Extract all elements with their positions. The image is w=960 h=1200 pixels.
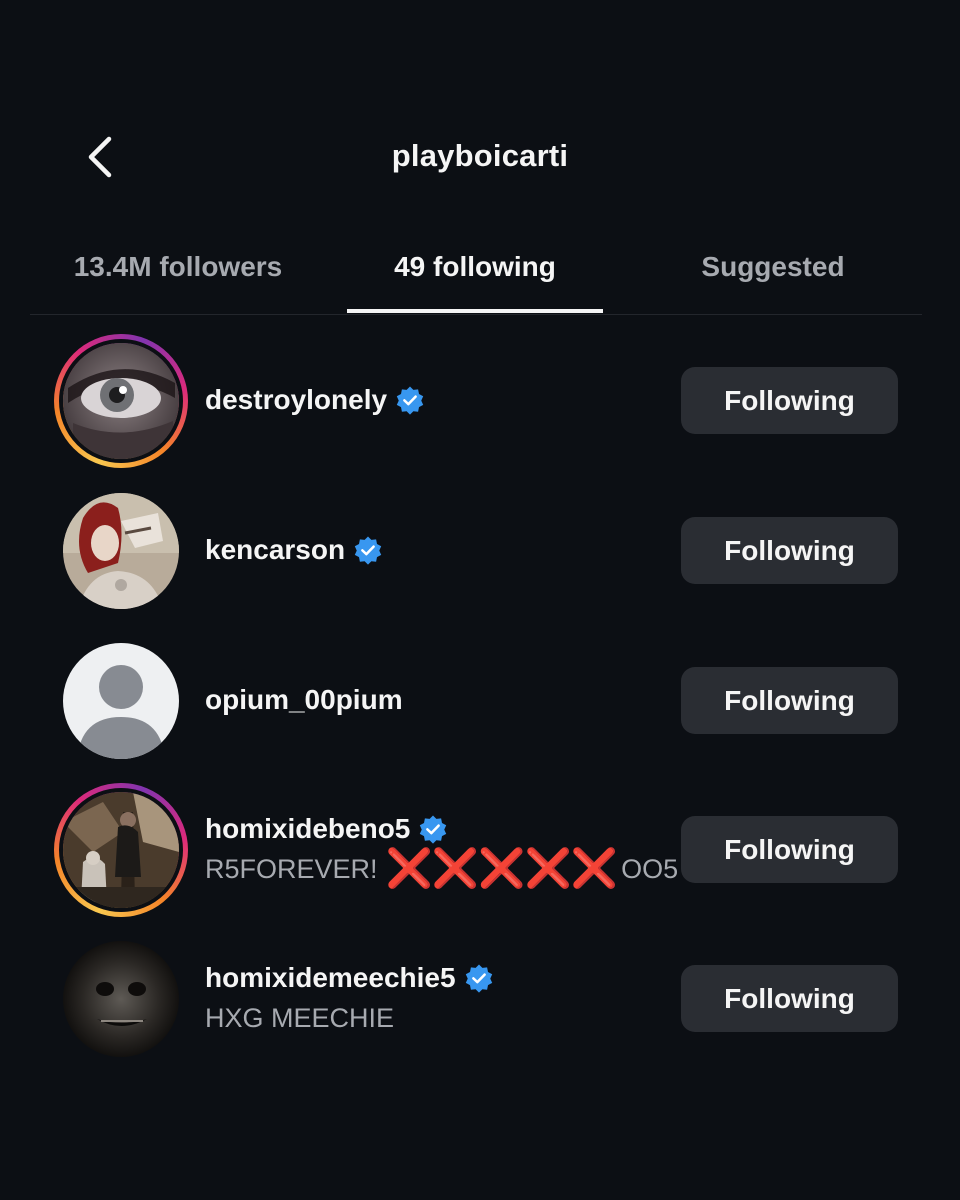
avatar-wrapper[interactable] xyxy=(54,634,188,768)
default-avatar-icon xyxy=(63,643,179,759)
user-info: kencarson xyxy=(205,475,383,625)
avatar xyxy=(59,788,183,912)
bio-text-suffix: OO5 xyxy=(621,854,679,884)
username[interactable]: homixidemeechie5 xyxy=(205,960,456,996)
list-item: kencarson Following xyxy=(0,475,960,625)
avatar-wrapper[interactable] xyxy=(54,484,188,618)
tab-bar: 13.4M followers 49 following Suggested xyxy=(30,240,922,315)
tab-followers[interactable]: 13.4M followers xyxy=(50,240,306,314)
user-info: homixidebeno5 R5FOREVER! ❌❌❌❌❌ OO5 xyxy=(205,774,678,924)
tab-suggested[interactable]: Suggested xyxy=(645,240,901,314)
list-item: opium_00pium Following xyxy=(0,625,960,775)
tab-following[interactable]: 49 following xyxy=(347,240,603,314)
list-item: destroylonely Following xyxy=(0,325,960,475)
avatar xyxy=(59,339,183,463)
user-bio: R5FOREVER! ❌❌❌❌❌ OO5 xyxy=(205,848,679,890)
verified-badge-icon xyxy=(354,536,382,565)
verified-badge-icon xyxy=(396,386,424,415)
page-title: playboicarti xyxy=(391,138,569,173)
following-button[interactable]: Following xyxy=(681,367,898,434)
user-bio: HXG MEECHIE xyxy=(205,1003,395,1033)
user-info: destroylonely xyxy=(205,325,425,475)
following-button[interactable]: Following xyxy=(681,965,898,1032)
verified-badge-icon xyxy=(465,964,492,993)
username[interactable]: homixidebeno5 xyxy=(205,811,410,847)
user-info: opium_00pium xyxy=(205,625,403,775)
user-info: homixidemeechie5 HXG MEECHIE xyxy=(205,923,494,1073)
following-button[interactable]: Following xyxy=(681,816,898,883)
active-tab-indicator xyxy=(347,309,603,313)
avatar xyxy=(63,493,179,609)
header: playboicarti xyxy=(0,100,960,210)
list-item: homixidebeno5 R5FOREVER! ❌❌❌❌❌ OO5 Follo… xyxy=(0,774,960,924)
username[interactable]: kencarson xyxy=(205,532,345,568)
following-button[interactable]: Following xyxy=(681,667,898,734)
username[interactable]: destroylonely xyxy=(205,382,387,418)
list-item: homixidemeechie5 HXG MEECHIE Following xyxy=(0,923,960,1073)
avatar-wrapper[interactable] xyxy=(54,932,188,1066)
story-ring[interactable] xyxy=(54,334,188,468)
bio-text: R5FOREVER! xyxy=(205,854,378,884)
following-button[interactable]: Following xyxy=(681,517,898,584)
username[interactable]: opium_00pium xyxy=(205,682,403,718)
avatar xyxy=(63,941,179,1057)
verified-badge-icon xyxy=(420,815,447,844)
cross-mark-icons: ❌❌❌❌❌ xyxy=(385,848,619,890)
story-ring[interactable] xyxy=(54,783,188,917)
